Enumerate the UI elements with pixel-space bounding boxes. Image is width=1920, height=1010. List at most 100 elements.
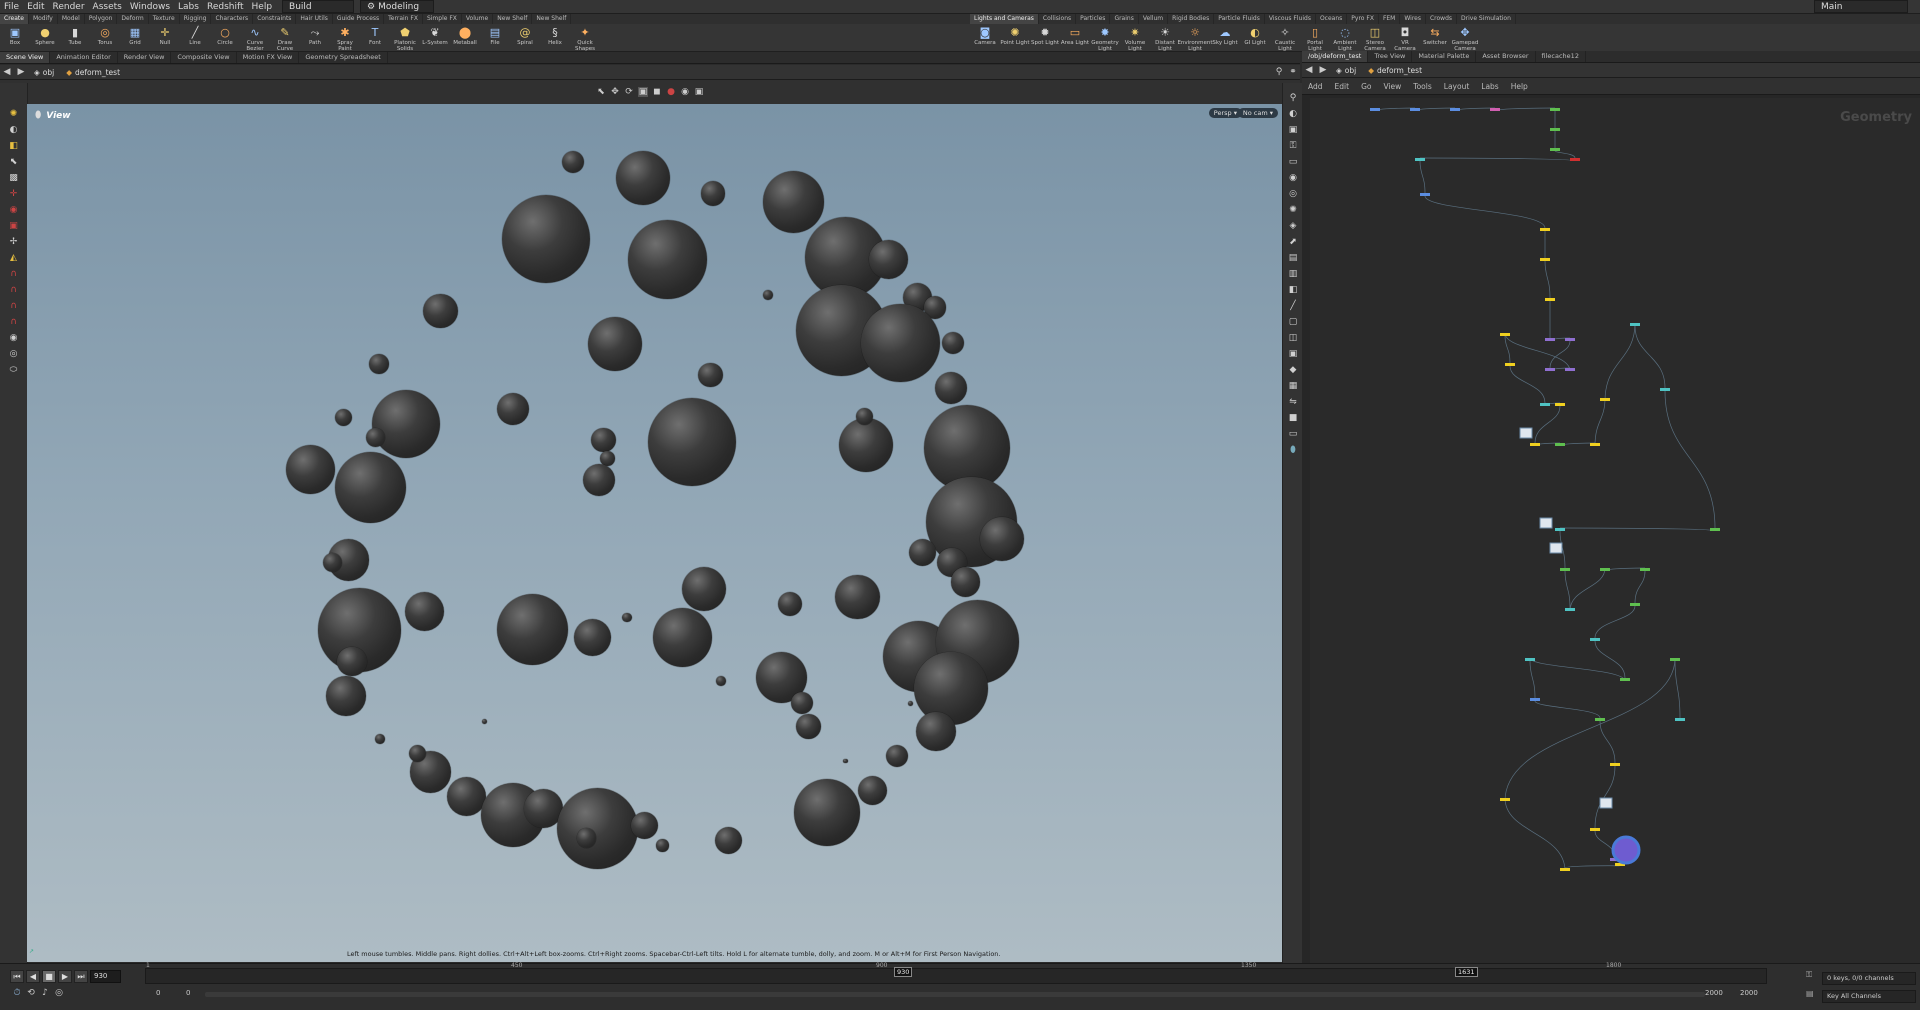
shelf-tool[interactable]: ▦ Grid [120,24,150,51]
snapshot-icon[interactable]: ◎ [7,348,21,361]
sound-icon[interactable]: ♪ [40,988,50,998]
shelf-tool[interactable]: ◘ VR Camera [1390,24,1420,52]
network-node[interactable] [1660,388,1670,391]
shelf-tool[interactable]: ☼ Environment Light [1177,24,1212,52]
arrow-icon[interactable]: ⬉ [7,156,21,169]
left-pane-tab[interactable]: Geometry Spreadsheet [299,52,388,63]
shelf-tab-right[interactable]: Particle Fluids [1214,14,1265,24]
channel-icon[interactable]: ▤ [1806,989,1814,998]
shelf-tool[interactable]: ▭ Area Light [1060,24,1090,51]
shelf-tool[interactable]: ✱ Spray Paint [330,24,360,52]
network-node[interactable] [1530,698,1540,701]
hull-icon[interactable]: ▢ [1286,316,1300,329]
shelf-tool[interactable]: ◫ Stereo Camera [1360,24,1390,52]
shelf-tab-right[interactable]: Crowds [1426,14,1458,24]
camera-view-icon[interactable]: ◉ [680,87,690,97]
network-node[interactable] [1630,603,1640,606]
shelf-tab-right[interactable]: Collisions [1039,14,1077,24]
magnet-icon-2[interactable]: ∩ [7,284,21,297]
network-node[interactable] [1555,528,1565,531]
menu-file[interactable]: File [0,2,23,12]
end-frame[interactable]: 2000 [1740,989,1758,997]
edges-icon[interactable]: ╱ [1286,300,1300,313]
shelf-tool[interactable]: ✦ Quick Shapes [570,24,600,52]
pin-icon[interactable]: ⚲ [1274,67,1284,77]
screen-icon[interactable]: ▭ [1286,428,1300,441]
network-node[interactable] [1670,658,1680,661]
shelf-tool[interactable]: ▯ Portal Light [1300,24,1330,52]
pivot-icon[interactable]: ✢ [7,236,21,249]
shelf-tool[interactable]: ◐ GI Light [1240,24,1270,51]
bucket-icon[interactable]: ⬭ [7,364,21,377]
network-node[interactable] [1500,798,1510,801]
network-node[interactable] [1540,403,1550,406]
shelf-tool[interactable]: ✹ Spot Light [1030,24,1060,51]
network-node[interactable] [1565,368,1575,371]
link-icon[interactable]: ⚭ [1288,67,1298,77]
shelf-tool[interactable]: ▣ Box [0,24,30,51]
template-icon[interactable]: ◫ [1286,332,1300,345]
net-back-icon[interactable]: ◀ [1304,65,1314,75]
network-node[interactable] [1590,828,1600,831]
light-icon[interactable]: ✺ [7,108,21,121]
network-node[interactable] [1540,258,1550,261]
network-node[interactable] [1490,108,1500,111]
shelf-tab-left[interactable]: Modify [29,14,58,24]
range-marker[interactable]: 1631 [1455,967,1478,977]
shelf-tool[interactable]: ✥ Gamepad Camera [1450,24,1480,52]
network-node[interactable] [1370,108,1380,111]
scale-icon[interactable]: ▣ [638,87,648,97]
shelf-tool[interactable]: ✸ Geometry Light [1090,24,1120,52]
shelf-tab-left[interactable]: New Shelf [532,14,572,24]
shelf-tool[interactable]: ⤳ Path [300,24,330,51]
scene-viewport[interactable]: ⬮ View Persp ▾ No cam ▾ Left mouse tumbl… [27,104,1282,962]
network-menu-item[interactable]: View [1377,81,1407,92]
shelf-tab-right[interactable]: Viscous Fluids [1265,14,1316,24]
last-frame-button[interactable]: ⏭ [74,970,88,983]
shelf-tool[interactable]: ▤ File [480,24,510,51]
network-menu-item[interactable]: Help [1505,81,1534,92]
shelf-tool[interactable]: ∿ Curve Bezier [240,24,270,52]
network-editor[interactable]: Geometry [1310,98,1920,963]
start-frame[interactable]: 0 [156,989,178,997]
pose-icon[interactable]: ✛ [7,188,21,201]
network-node[interactable] [1450,108,1460,111]
camera-menu[interactable]: No cam ▾ [1237,108,1278,118]
network-node[interactable] [1555,403,1565,406]
step-back-button[interactable]: ◀ [26,970,40,983]
shelf-tab-right[interactable]: Vellum [1139,14,1169,24]
network-node[interactable] [1410,108,1420,111]
paint-icon[interactable]: ◭ [7,252,21,265]
shelf-tab-right[interactable]: Lights and Cameras [970,14,1039,24]
shelf-tool[interactable]: ✎ Draw Curve [270,24,300,52]
menu-labs[interactable]: Labs [174,2,203,12]
gem-icon[interactable]: ◆ [1286,364,1300,377]
network-node[interactable] [1595,718,1605,721]
view-icon[interactable]: ◉ [7,332,21,345]
display-icon[interactable]: ◐ [7,124,21,137]
menu-assets[interactable]: Assets [89,2,126,12]
file-cache-node[interactable] [1599,797,1613,809]
network-node[interactable] [1550,108,1560,111]
network-node[interactable] [1565,338,1575,341]
shelf-tool[interactable]: ◙ Camera [970,24,1000,51]
net-path-root[interactable]: ◈ obj [1330,66,1362,75]
network-menu-item[interactable]: Add [1302,81,1329,92]
file-cache-node[interactable] [1519,427,1533,439]
output-node[interactable] [1611,835,1641,865]
handle-icon[interactable]: ◉ [7,204,21,217]
display-options-icon[interactable]: ◐ [1286,108,1300,121]
cycle-icon[interactable]: ◎ [54,988,64,998]
lock-icon[interactable]: ▩ [7,172,21,185]
network-node[interactable] [1630,323,1640,326]
shelf-tab-left[interactable]: Model [58,14,85,24]
shelf-tool[interactable]: ╱ Line [180,24,210,51]
shelf-tab-left[interactable]: Terrain FX [384,14,423,24]
shelf-tool[interactable]: ◎ Torus [90,24,120,51]
current-frame-field[interactable]: 930 [90,970,121,983]
shelf-tab-left[interactable]: Rigging [180,14,212,24]
bounding-icon[interactable]: ▣ [1286,348,1300,361]
ghost-icon[interactable]: ▣ [1286,124,1300,137]
magnet-icon-3[interactable]: ∩ [7,300,21,313]
right-pane-tab[interactable]: Material Palette [1412,51,1477,62]
